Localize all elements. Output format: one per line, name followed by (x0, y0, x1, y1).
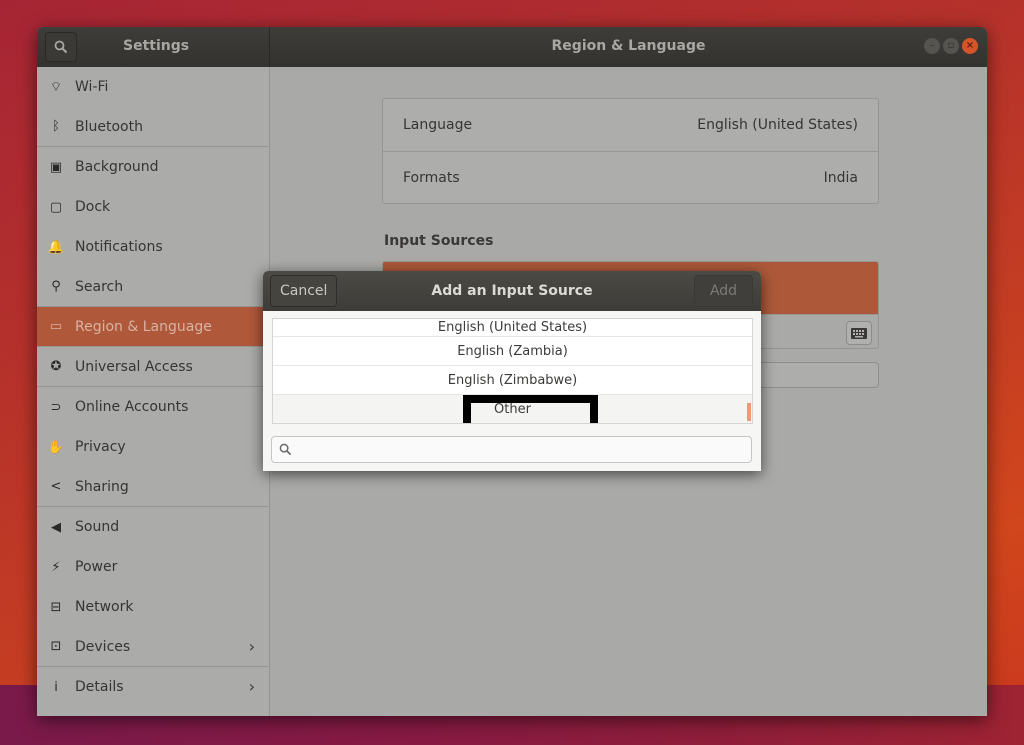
input-source-list: English (United States) English (Zambia)… (272, 318, 753, 424)
sidebar-item-label: Bluetooth (75, 118, 143, 135)
sidebar-item-wi-fi[interactable]: ⌔ Wi-Fi (37, 67, 269, 107)
sidebar-item-region-language[interactable]: ▭ Region & Language (37, 307, 269, 347)
speaker-icon: ◀ (51, 519, 61, 535)
sidebar-item-background[interactable]: ▣ Background (37, 147, 269, 187)
list-scrollbar[interactable] (747, 403, 751, 421)
sidebar-item-label: Region & Language (75, 318, 212, 335)
bell-icon: 🔔 (47, 239, 65, 255)
search-icon (279, 443, 292, 456)
sidebar-item-label: Search (75, 278, 124, 295)
add-input-source-dialog: Cancel Add an Input Source Add English (… (263, 271, 761, 471)
maximize-icon: ▫ (947, 40, 955, 51)
minimize-icon: – (929, 40, 935, 51)
sidebar-item-sound[interactable]: ◀ Sound (37, 507, 269, 547)
sidebar-item-dock[interactable]: ▢ Dock (37, 187, 269, 227)
sidebar-item-label: Notifications (75, 239, 163, 255)
maximize-button[interactable]: ▫ (943, 38, 959, 54)
input-sources-title: Input Sources (384, 233, 494, 249)
list-item[interactable]: English (Zambia) (273, 337, 752, 366)
sidebar: ⌔ Wi-Fi ᛒ Bluetooth ▣ Background ▢ Dock 🔔 Notific… (37, 67, 270, 716)
language-label: Language (403, 117, 473, 133)
formats-label: Formats (403, 169, 460, 186)
language-value: English (United States) (697, 117, 858, 133)
close-icon: × (965, 40, 975, 51)
sidebar-item-sharing[interactable]: < Sharing (37, 467, 269, 507)
sidebar-item-bluetooth[interactable]: ᛒ Bluetooth (37, 107, 269, 147)
wifi-icon: ⌔ (49, 80, 63, 95)
network-icon: ⊟ (50, 599, 62, 615)
power-icon: ⚡ (51, 559, 61, 575)
chevron-right-icon: › (248, 677, 255, 696)
sidebar-item-network[interactable]: ⊟ Network (37, 587, 269, 627)
hand-icon: ✋ (47, 439, 65, 455)
devices-icon: ⊡ (50, 639, 62, 654)
chevron-right-icon: › (248, 637, 255, 656)
list-item[interactable]: English (United States) (273, 319, 752, 337)
sidebar-item-label: Sound (75, 519, 120, 535)
online-accounts-icon: ⊃ (50, 399, 62, 415)
sidebar-item-label: Sharing (75, 478, 129, 495)
language-formats-box: Language English (United States) Formats… (382, 98, 879, 204)
sidebar-item-label: Online Accounts (75, 399, 189, 415)
sidebar-item-label: Background (75, 159, 159, 175)
sidebar-item-details[interactable]: i Details › (37, 667, 269, 707)
sidebar-item-label: Privacy (75, 439, 126, 455)
sidebar-item-label: Universal Access (75, 358, 193, 375)
sidebar-item-label: Wi-Fi (75, 79, 109, 95)
dialog-header: Cancel Add an Input Source Add (263, 271, 761, 311)
sidebar-item-label: Details (75, 679, 124, 695)
search-icon: ⚲ (51, 279, 61, 294)
accessibility-icon: ✪ (50, 359, 62, 374)
sidebar-item-notifications[interactable]: 🔔 Notifications (37, 227, 269, 267)
window-controls: – ▫ × (924, 38, 978, 54)
dialog-title: Add an Input Source (431, 283, 593, 299)
panel-title: Region & Language (551, 38, 706, 54)
sidebar-header: Settings (37, 27, 270, 67)
dialog-search-field[interactable] (271, 436, 752, 463)
background-icon: ▣ (49, 159, 63, 175)
language-row[interactable]: Language English (United States) (383, 99, 878, 151)
bluetooth-icon: ᛒ (52, 119, 60, 134)
formats-row[interactable]: Formats India (383, 151, 878, 203)
cancel-button[interactable]: Cancel (270, 275, 338, 307)
sidebar-title: Settings (123, 38, 190, 54)
sidebar-item-label: Devices (75, 638, 131, 655)
minimize-button[interactable]: – (924, 38, 940, 54)
add-button[interactable]: Add (694, 275, 753, 307)
list-item[interactable]: English (Zimbabwe) (273, 366, 752, 395)
title-bar: Settings Region & Language – ▫ × (37, 27, 987, 67)
panel-header: Region & Language – ▫ × (270, 27, 987, 67)
search-icon (54, 40, 68, 54)
dock-icon: ▢ (49, 199, 63, 215)
close-button[interactable]: × (962, 38, 978, 54)
info-icon: i (54, 679, 58, 695)
keyboard-layout-button[interactable] (846, 321, 872, 345)
list-item-other[interactable]: Other (273, 395, 752, 423)
sidebar-item-label: Dock (75, 199, 111, 215)
sidebar-item-label: Power (75, 559, 118, 575)
search-button[interactable] (45, 32, 77, 62)
sidebar-item-search[interactable]: ⚲ Search (37, 267, 269, 307)
sidebar-item-universal-access[interactable]: ✪ Universal Access (37, 347, 269, 387)
other-label: Other (494, 402, 531, 417)
sidebar-item-privacy[interactable]: ✋ Privacy (37, 427, 269, 467)
dialog-search-input[interactable] (298, 442, 751, 457)
sidebar-item-online-accounts[interactable]: ⊃ Online Accounts (37, 387, 269, 427)
sidebar-item-label: Network (75, 599, 134, 615)
share-icon: < (50, 479, 62, 494)
keyboard-icon (851, 327, 867, 339)
formats-value: India (823, 169, 858, 186)
sidebar-item-devices[interactable]: ⊡ Devices › (37, 627, 269, 667)
flag-icon: ▭ (49, 319, 63, 334)
sidebar-item-power[interactable]: ⚡ Power (37, 547, 269, 587)
